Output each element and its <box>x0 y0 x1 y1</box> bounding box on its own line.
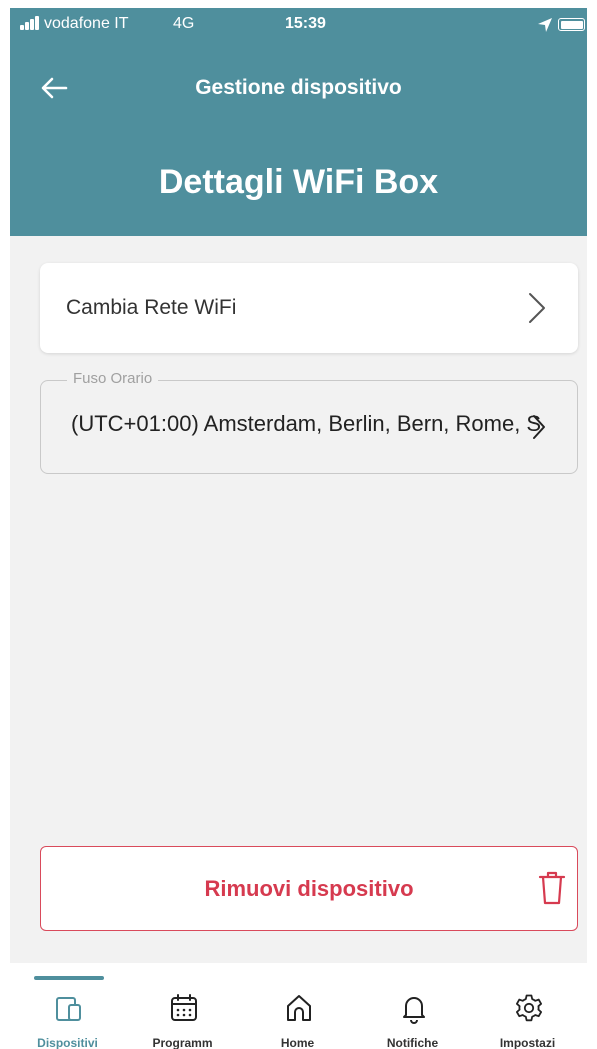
trash-icon <box>538 871 566 905</box>
tab-dispositivi[interactable]: Dispositivi <box>10 963 125 1049</box>
battery-icon <box>558 18 585 31</box>
timezone-select[interactable]: Fuso Orario (UTC+01:00) Amsterdam, Berli… <box>40 370 578 474</box>
location-arrow-icon <box>538 18 552 32</box>
devices-icon <box>56 997 81 1021</box>
tab-label: Home <box>280 1036 315 1049</box>
bottom-tab-bar: Dispositivi Programm Home Notifiche Impo… <box>10 963 587 1049</box>
app-screen: vodafone IT 4G 15:39 Gestione dispositiv… <box>10 8 587 1049</box>
tab-label: Programm <box>152 1036 213 1049</box>
remove-device-button[interactable]: Rimuovi dispositivo <box>40 846 578 931</box>
tab-home[interactable]: Home <box>240 963 355 1049</box>
active-tab-indicator <box>34 976 104 980</box>
gear-icon <box>516 994 542 1022</box>
timezone-legend: Fuso Orario <box>67 370 159 387</box>
status-bar: vodafone IT 4G 15:39 <box>10 8 587 42</box>
calendar-icon <box>171 994 197 1021</box>
page-title: Dettagli WiFi Box <box>158 163 439 201</box>
chevron-right-icon <box>529 293 545 323</box>
bell-icon <box>403 997 425 1024</box>
carrier-name: vodafone IT <box>44 15 129 32</box>
tab-label: Notifiche <box>386 1036 439 1049</box>
tab-notifiche[interactable]: Notifiche <box>355 963 470 1049</box>
tab-impostazioni[interactable]: Impostazi <box>470 963 585 1049</box>
tab-label: Dispositivi <box>37 1036 98 1049</box>
home-icon <box>287 995 311 1021</box>
status-time: 15:39 <box>285 15 326 32</box>
change-wifi-label: Cambia Rete WiFi <box>66 296 237 319</box>
signal-icon <box>20 16 42 30</box>
tab-label: Impostazi <box>499 1036 556 1049</box>
header: vodafone IT 4G 15:39 Gestione dispositiv… <box>10 8 587 236</box>
network-type: 4G <box>173 15 195 32</box>
change-wifi-network-row[interactable]: Cambia Rete WiFi <box>40 263 578 353</box>
chevron-right-icon <box>533 415 545 439</box>
nav-title: Gestione dispositivo <box>195 76 402 99</box>
tab-programmi[interactable]: Programm <box>125 963 240 1049</box>
remove-device-label: Rimuovi dispositivo <box>204 876 414 901</box>
timezone-value: (UTC+01:00) Amsterdam, Berlin, Bern, Rom… <box>71 411 541 436</box>
